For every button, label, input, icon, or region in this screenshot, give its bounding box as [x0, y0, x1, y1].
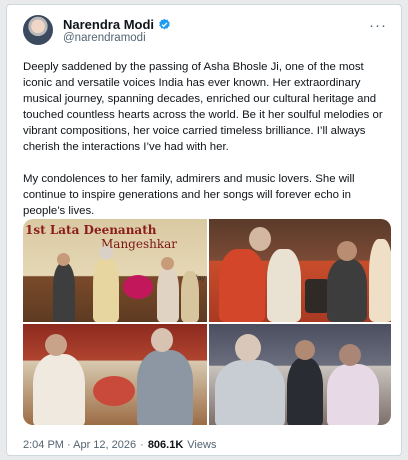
timestamp[interactable]: 2:04 PM · Apr 12, 2026	[23, 439, 136, 451]
photo-1-banner-text-2: Mangeshkar	[101, 237, 178, 251]
avatar[interactable]	[23, 15, 53, 45]
person-figure	[369, 239, 391, 322]
person-figure	[53, 263, 75, 322]
tweet-meta: 2:04 PM · Apr 12, 2026 · 806.1K Views	[23, 439, 216, 451]
person-figure	[157, 267, 179, 322]
views-count: 806.1K	[147, 439, 184, 451]
tweet-text: Deeply saddened by the passing of Asha B…	[23, 59, 391, 235]
person-head	[339, 344, 361, 366]
person-figure	[137, 350, 193, 425]
person-head	[57, 253, 70, 266]
person-figure	[219, 249, 265, 322]
photo-3[interactable]	[23, 324, 207, 425]
person-head	[99, 246, 113, 260]
person-head	[151, 328, 173, 352]
person-head	[45, 334, 67, 356]
photo-2[interactable]	[209, 219, 391, 322]
person-head	[249, 227, 271, 251]
person-head	[295, 340, 315, 360]
author-handle[interactable]: @narendramodi	[63, 32, 146, 44]
author-name[interactable]: Narendra Modi	[63, 17, 154, 32]
framed-photo	[305, 279, 329, 313]
views-label: Views	[187, 439, 217, 451]
tweet-card: Narendra Modi @narendramodi ··· Deeply s…	[6, 4, 402, 456]
person-figure	[327, 259, 367, 322]
photo-grid: 1st Lata Deenanath Mangeshkar riday	[23, 219, 391, 425]
person-figure	[33, 354, 85, 425]
flower-bouquet	[123, 275, 153, 299]
photo-1[interactable]: 1st Lata Deenanath Mangeshkar riday	[23, 219, 207, 322]
more-options-icon[interactable]: ···	[369, 17, 387, 34]
photo-4[interactable]	[209, 324, 391, 425]
author-name-row: Narendra Modi	[63, 17, 171, 32]
tweet-header: Narendra Modi @narendramodi ···	[23, 15, 387, 49]
person-figure	[215, 360, 285, 425]
tweet-paragraph-1: Deeply saddened by the passing of Asha B…	[23, 61, 383, 153]
person-figure	[181, 271, 199, 322]
verified-badge-icon	[159, 18, 170, 30]
tweet-paragraph-2: My condolences to her family, admirers a…	[23, 173, 355, 217]
person-figure	[93, 257, 119, 322]
flower-bouquet	[93, 376, 135, 406]
separator: ·	[140, 439, 144, 451]
person-head	[161, 257, 174, 270]
person-head	[235, 334, 261, 362]
person-head	[337, 241, 357, 261]
photo-1-banner-text: 1st Lata Deenanath	[25, 223, 157, 237]
person-figure	[267, 249, 301, 322]
person-figure	[287, 358, 323, 425]
person-figure	[327, 364, 379, 425]
